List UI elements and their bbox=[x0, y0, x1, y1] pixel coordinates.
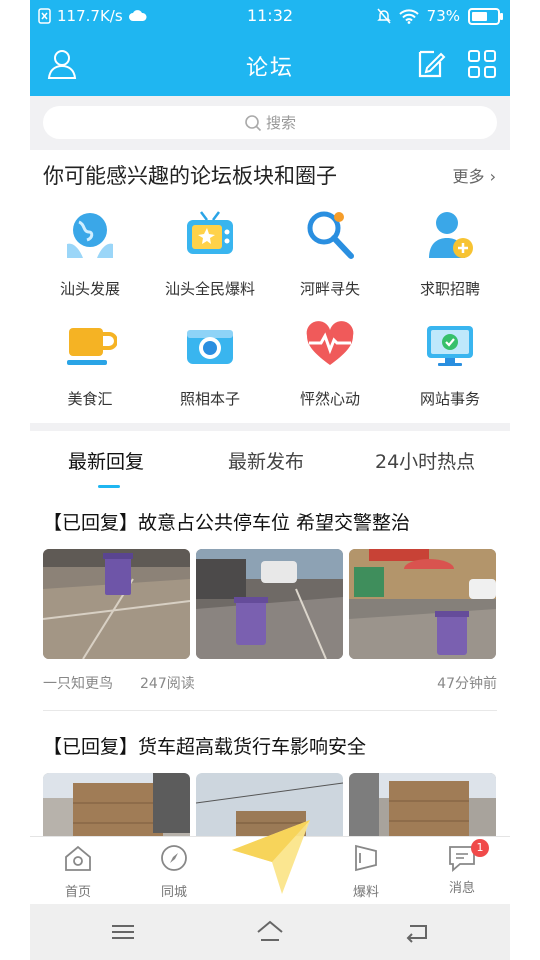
forum-label: 汕头全民爆料 bbox=[164, 280, 255, 298]
system-nav-bar bbox=[30, 904, 510, 960]
post-time: 47分钟前 bbox=[437, 676, 497, 692]
edit-icon[interactable] bbox=[414, 48, 446, 80]
nav-label: 首页 bbox=[64, 885, 91, 900]
post-image[interactable] bbox=[43, 549, 190, 659]
wifi-icon bbox=[398, 8, 419, 24]
search-area: 搜索 bbox=[30, 96, 510, 150]
tab-latest-post[interactable]: 最新发布 bbox=[228, 447, 304, 474]
section-title: 你可能感兴趣的论坛板块和圈子 bbox=[43, 164, 337, 188]
active-tab-indicator bbox=[98, 485, 120, 488]
grid-icon[interactable] bbox=[466, 48, 498, 80]
forum-item[interactable]: 河畔寻失 bbox=[270, 200, 390, 310]
search-placeholder: 搜索 bbox=[265, 114, 296, 132]
nav-label: 同城 bbox=[160, 885, 187, 900]
tab-latest-reply[interactable]: 最新回复 bbox=[68, 447, 144, 474]
camera-icon bbox=[187, 330, 233, 364]
post-title[interactable]: 【已回复】故意占公共停车位 希望交警整治 bbox=[43, 508, 497, 535]
globe-hands-icon bbox=[67, 213, 113, 258]
nav-messages[interactable]: 1 消息 bbox=[422, 839, 502, 896]
post-reads: 247阅读 bbox=[140, 676, 195, 692]
forum-label: 汕头发展 bbox=[59, 280, 120, 298]
post-title[interactable]: 【已回复】货车超高载货行车影响安全 bbox=[43, 732, 497, 759]
nav-label: 爆料 bbox=[352, 885, 379, 900]
search-input[interactable]: 搜索 bbox=[43, 106, 497, 139]
forum-label: 河畔寻失 bbox=[299, 280, 360, 298]
home-icon bbox=[65, 845, 91, 871]
battery-percent: 73% bbox=[426, 7, 460, 25]
unread-badge: 1 bbox=[471, 839, 489, 857]
forum-item[interactable]: 美食汇 bbox=[30, 310, 150, 420]
monitor-check-icon bbox=[427, 326, 473, 366]
home-button-icon[interactable] bbox=[255, 918, 285, 946]
center-icon[interactable] bbox=[228, 818, 318, 898]
forum-label: 美食汇 bbox=[67, 390, 113, 408]
forum-label: 照相本子 bbox=[179, 390, 240, 408]
person-plus-icon bbox=[429, 212, 473, 258]
post-image[interactable] bbox=[196, 549, 343, 659]
status-bar: 117.7K/s 11:32 73% bbox=[30, 0, 510, 34]
forum-item[interactable]: 网站事务 bbox=[390, 310, 510, 420]
search-icon bbox=[245, 114, 262, 131]
post-item[interactable]: 【已回复】故意占公共停车位 希望交警整治 一只知更鸟 247阅读 47分钟前 bbox=[43, 508, 497, 695]
forum-item[interactable]: 汕头全民爆料 bbox=[150, 200, 270, 310]
more-link[interactable]: 更多 › bbox=[453, 163, 497, 187]
nav-report[interactable]: 爆料 bbox=[326, 843, 406, 900]
post-meta: 一只知更鸟 247阅读 47分钟前 bbox=[43, 673, 497, 695]
battery-icon bbox=[468, 7, 503, 25]
more-label: 更多 bbox=[452, 167, 485, 186]
cup-icon bbox=[67, 328, 117, 365]
battery-fill bbox=[472, 11, 487, 21]
compass-icon bbox=[161, 845, 187, 871]
forum-item[interactable]: 怦然心动 bbox=[270, 310, 390, 420]
forum-item[interactable]: 求职招聘 bbox=[390, 200, 510, 310]
nav-city[interactable]: 同城 bbox=[134, 843, 214, 900]
back-icon[interactable] bbox=[402, 918, 432, 946]
post-image[interactable] bbox=[349, 549, 496, 659]
app-header: 论坛 bbox=[30, 34, 510, 96]
section-divider bbox=[30, 423, 510, 431]
tab-24h-hot[interactable]: 24小时热点 bbox=[375, 447, 475, 474]
magnifier-icon bbox=[307, 211, 354, 259]
forum-label: 怦然心动 bbox=[299, 390, 360, 408]
post-tabs: 最新回复 最新发布 24小时热点 bbox=[30, 431, 510, 491]
chevron-right-icon: › bbox=[484, 167, 496, 186]
forum-item[interactable]: 汕头发展 bbox=[30, 200, 150, 310]
nav-label: 消息 bbox=[448, 881, 475, 896]
post-image[interactable] bbox=[43, 773, 190, 837]
post-author[interactable]: 一只知更鸟 bbox=[43, 673, 113, 693]
status-right: 73% bbox=[376, 7, 503, 25]
post-separator bbox=[43, 710, 497, 711]
mute-icon bbox=[376, 8, 391, 24]
post-image[interactable] bbox=[349, 773, 496, 837]
heartbeat-icon bbox=[306, 321, 354, 365]
menu-icon[interactable] bbox=[108, 918, 138, 946]
nav-home[interactable]: 首页 bbox=[38, 843, 118, 900]
forum-label: 网站事务 bbox=[419, 390, 480, 408]
flag-icon bbox=[355, 844, 377, 872]
post-thumbnails bbox=[43, 549, 497, 659]
forum-label: 求职招聘 bbox=[419, 280, 480, 298]
message-icon: 1 bbox=[447, 839, 489, 873]
app-screen: 117.7K/s 11:32 73% 论坛 搜索 你可能感兴趣的论坛板块和圈子 … bbox=[30, 0, 510, 960]
forum-item[interactable]: 照相本子 bbox=[150, 310, 270, 420]
forum-section-header: 你可能感兴趣的论坛板块和圈子 更多 › bbox=[30, 150, 510, 196]
tv-icon bbox=[187, 211, 233, 254]
